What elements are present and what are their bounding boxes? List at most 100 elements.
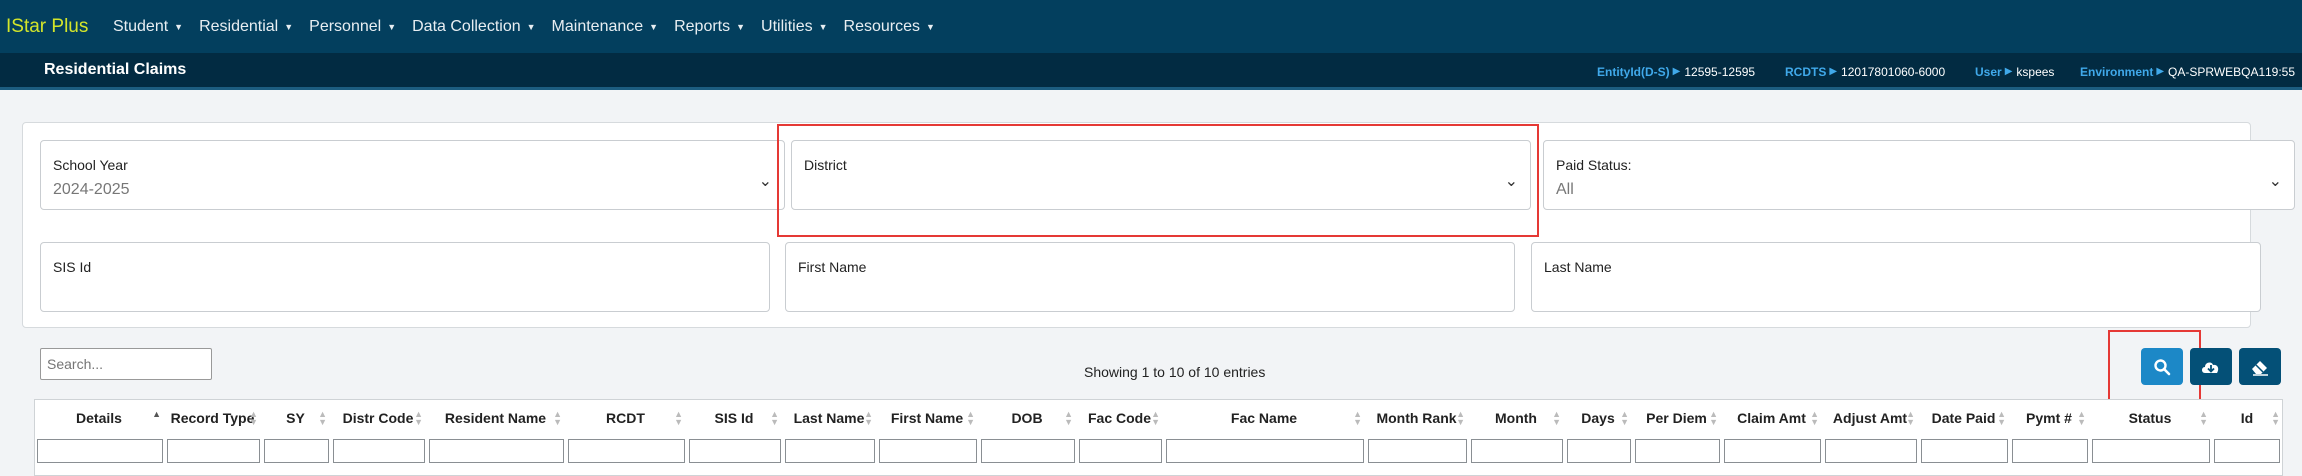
filter-distr-code[interactable]	[333, 439, 425, 463]
filter-resident-name[interactable]	[429, 439, 564, 463]
menu-reports[interactable]: Reports ▼	[674, 18, 745, 36]
sort-icon: ▲ ▼	[318, 409, 327, 427]
sis-id-field[interactable]: SIS Id	[40, 242, 770, 312]
caret-down-icon: ▼	[174, 21, 184, 32]
sort-icon: ▲ ▼	[1906, 409, 1915, 427]
filter-date-paid[interactable]	[1921, 439, 2008, 463]
sort-icon: ▲ ▼	[414, 409, 423, 427]
filter-rcdt[interactable]	[568, 439, 685, 463]
column-header-date-paid[interactable]: Date Paid ▲ ▼	[1919, 400, 2008, 436]
column-header-dob[interactable]: DOB ▲ ▼	[979, 400, 1075, 436]
column-header-per-diem[interactable]: Per Diem ▲ ▼	[1633, 400, 1720, 436]
filter-pymt[interactable]	[2012, 439, 2088, 463]
column-header-record-type[interactable]: Record Type ▲ ▼	[165, 400, 260, 436]
menu-resources[interactable]: Resources ▼	[844, 18, 935, 36]
last-name-field[interactable]: Last Name	[1531, 242, 2261, 312]
sort-icon: ▲ ▼	[1810, 409, 1819, 427]
column-header-details[interactable]: Details ▲	[35, 400, 163, 436]
menu-student[interactable]: Student ▼	[113, 18, 183, 36]
column-header-first-name[interactable]: First Name ▲ ▼	[877, 400, 977, 436]
paid-status-select[interactable]: Paid Status: All ⌄	[1543, 140, 2295, 210]
column-header-fac-name[interactable]: Fac Name ▲ ▼	[1164, 400, 1364, 436]
column-header-sy[interactable]: SY ▲ ▼	[262, 400, 329, 436]
download-button[interactable]	[2190, 348, 2232, 385]
sort-icon: ▲ ▼	[2271, 409, 2280, 427]
highlight-box-district	[777, 124, 1539, 237]
entries-info: Showing 1 to 10 of 10 entries	[1084, 364, 1266, 380]
claims-table: Details ▲ Record Type ▲ ▼ SY ▲ ▼ Distr Code ▲ ▼…	[34, 399, 2283, 476]
eraser-icon	[2252, 360, 2268, 376]
sort-icon: ▲ ▼	[249, 409, 258, 427]
column-header-id[interactable]: Id ▲ ▼	[2212, 400, 2282, 436]
filter-first-name[interactable]	[879, 439, 977, 463]
column-header-month-rank[interactable]: Month Rank ▲ ▼	[1366, 400, 1467, 436]
sort-icon: ▲ ▼	[1064, 409, 1073, 427]
column-header-pymt[interactable]: Pymt # ▲ ▼	[2010, 400, 2088, 436]
first-name-field[interactable]: First Name	[785, 242, 1515, 312]
sort-icon: ▲ ▼	[2077, 409, 2086, 427]
column-header-days[interactable]: Days ▲ ▼	[1565, 400, 1631, 436]
clock: 19:55	[2265, 64, 2296, 79]
caret-down-icon: ▼	[818, 21, 828, 32]
column-header-fac-code[interactable]: Fac Code ▲ ▼	[1077, 400, 1162, 436]
environment-info: Environment ▶ QA-SPRWEBQA1	[2080, 64, 2266, 79]
sort-icon: ▲ ▼	[864, 409, 873, 427]
filter-details[interactable]	[37, 439, 163, 463]
rcdts-info: RCDTS ▶ 12017801060-6000	[1785, 64, 1946, 79]
chevron-down-icon: ⌄	[2268, 173, 2282, 190]
filter-status[interactable]	[2092, 439, 2210, 463]
column-header-distr-code[interactable]: Distr Code ▲ ▼	[331, 400, 425, 436]
arrow-right-icon: ▶	[2156, 66, 2165, 77]
filter-adjust-amt[interactable]	[1825, 439, 1917, 463]
sort-icon: ▲ ▼	[1997, 409, 2006, 427]
arrow-right-icon: ▶	[1829, 66, 1838, 77]
clear-button[interactable]	[2239, 348, 2281, 385]
menu-personnel[interactable]: Personnel ▼	[309, 18, 396, 36]
filter-id[interactable]	[2214, 439, 2280, 463]
filter-fac-name[interactable]	[1166, 439, 1364, 463]
caret-down-icon: ▼	[526, 21, 536, 32]
school-year-select[interactable]: School Year 2024-2025 ⌄	[40, 140, 785, 210]
filter-month-rank[interactable]	[1368, 439, 1467, 463]
filter-sis-id[interactable]	[689, 439, 781, 463]
column-header-sis-id[interactable]: SIS Id ▲ ▼	[687, 400, 781, 436]
column-header-rcdt[interactable]: RCDT ▲ ▼	[566, 400, 685, 436]
menu-maintenance[interactable]: Maintenance ▼	[552, 18, 659, 36]
sort-icon: ▲ ▼	[770, 409, 779, 427]
filter-month[interactable]	[1471, 439, 1563, 463]
search-button[interactable]	[2141, 348, 2183, 385]
entity-info: EntityId(D-S) ▶ 12595-12595	[1597, 64, 1756, 79]
column-header-resident-name[interactable]: Resident Name ▲ ▼	[427, 400, 564, 436]
menu-utilities[interactable]: Utilities ▼	[761, 18, 827, 36]
sort-icon: ▲ ▼	[1151, 409, 1160, 427]
column-header-claim-amt[interactable]: Claim Amt ▲ ▼	[1722, 400, 1821, 436]
user-info: User ▶ kspees	[1975, 64, 2055, 79]
column-header-month[interactable]: Month ▲ ▼	[1469, 400, 1563, 436]
caret-down-icon: ▼	[736, 21, 746, 32]
page-title: Residential Claims	[44, 61, 187, 78]
brand-logo[interactable]: IStar Plus	[0, 16, 113, 38]
sort-icon: ▲ ▼	[1709, 409, 1718, 427]
column-header-last-name[interactable]: Last Name ▲ ▼	[783, 400, 875, 436]
sort-icon: ▲ ▼	[674, 409, 683, 427]
table-search-input[interactable]	[40, 348, 212, 380]
caret-down-icon: ▼	[926, 21, 935, 32]
filter-days[interactable]	[1567, 439, 1631, 463]
column-header-adjust-amt[interactable]: Adjust Amt ▲ ▼	[1823, 400, 1917, 436]
filter-sy[interactable]	[264, 439, 329, 463]
column-header-status[interactable]: Status ▲ ▼	[2090, 400, 2210, 436]
filter-dob[interactable]	[981, 439, 1075, 463]
menu-data-collection[interactable]: Data Collection ▼	[412, 18, 535, 36]
top-navbar: IStar Plus Student ▼ Residential ▼ Personn…	[0, 0, 2302, 53]
sort-asc-icon: ▲	[152, 409, 161, 419]
filter-fac-code[interactable]	[1079, 439, 1162, 463]
filter-claim-amt[interactable]	[1724, 439, 1821, 463]
search-icon	[2154, 358, 2171, 375]
filter-last-name[interactable]	[785, 439, 875, 463]
filter-per-diem[interactable]	[1635, 439, 1720, 463]
chevron-down-icon: ⌄	[758, 173, 772, 190]
caret-down-icon: ▼	[284, 21, 294, 32]
menu-residential[interactable]: Residential ▼	[199, 18, 293, 36]
filter-record-type[interactable]	[167, 439, 260, 463]
sort-icon: ▲ ▼	[1552, 409, 1561, 427]
